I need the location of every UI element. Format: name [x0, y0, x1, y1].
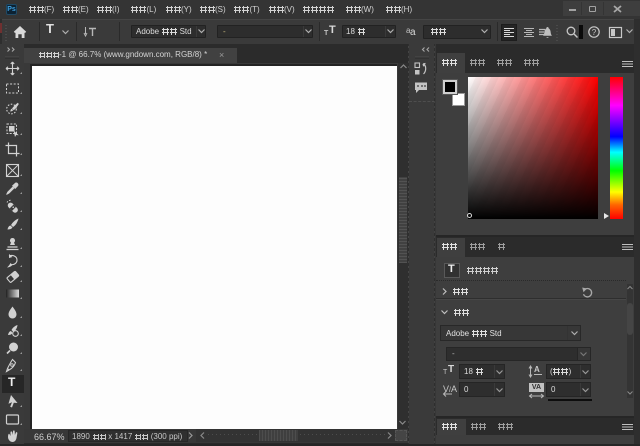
- svg-text:A: A: [534, 365, 540, 374]
- svg-text:?: ?: [592, 28, 597, 37]
